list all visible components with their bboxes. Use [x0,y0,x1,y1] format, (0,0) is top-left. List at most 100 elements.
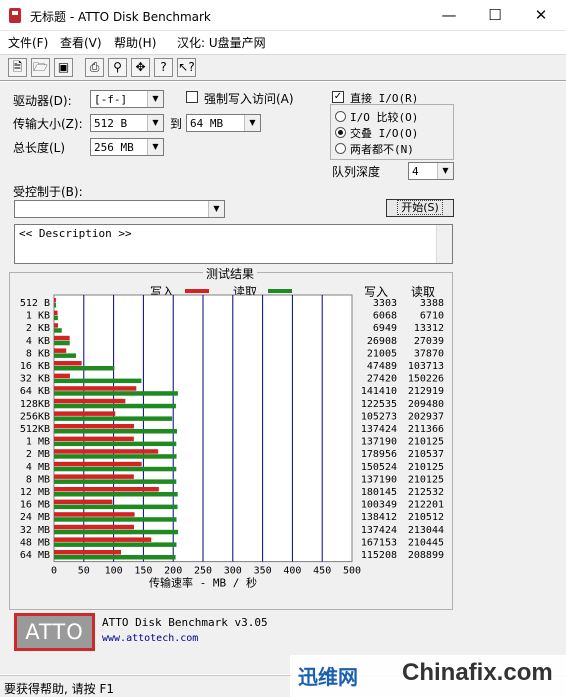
write-value: 100349 [361,500,397,511]
io-compare-label: I/O 比较(O) [350,111,419,124]
read-bar [54,303,56,308]
close-button[interactable]: ✕ [518,0,564,31]
x-tick-label: 100 [105,566,123,577]
total-length-value: 256 MB [94,141,134,154]
results-chart: 0 50 100 150 200 250 300 350 400 450 500 传输速率 - MB … [20,294,444,590]
description-scrollbar[interactable] [436,225,452,263]
write-value: 137190 [361,437,397,448]
read-bar [54,479,177,484]
atto-logo: ATTO [14,613,95,651]
print-preview-icon[interactable]: ⚲ [108,58,127,77]
io-compare-radio[interactable] [335,111,346,122]
write-value: 26908 [367,336,397,347]
vendor-link[interactable]: www.attotech.com [102,633,198,644]
queue-depth-select[interactable]: 4 ▼ [408,162,454,180]
read-value: 210445 [408,537,444,548]
write-bar [54,512,135,517]
context-help-icon[interactable]: ↖? [177,58,196,77]
transfer-size-label: 传输大小(Z): [13,117,83,131]
x-tick-label: 400 [283,566,301,577]
write-bar [54,323,59,328]
row-label: 32 MB [20,525,50,536]
menu-help[interactable]: 帮助(H) [114,34,156,51]
app-icon [9,8,21,23]
direct-io-checkbox[interactable]: ✓ [332,91,344,103]
read-bar [54,366,115,371]
write-value: 167153 [361,537,397,548]
write-bar [54,449,159,454]
chevron-down-icon: ▼ [208,201,224,217]
write-bar [54,524,134,530]
x-tick-label: 0 [51,566,57,577]
new-icon[interactable]: 🗎 [8,58,27,77]
chevron-down-icon: ▼ [147,139,163,155]
transfer-to-select[interactable]: 64 MB ▼ [186,114,261,132]
read-value: 210125 [408,474,444,485]
watermark-brand-cn: 迅维网 [298,665,358,689]
x-tick-label: 300 [224,566,242,577]
write-bar [54,398,126,404]
row-label: 64 MB [20,550,50,561]
read-bar [54,353,77,358]
save-icon[interactable]: ▣ [54,58,73,77]
results-title: 测试结果 [203,265,258,282]
help-icon[interactable]: ? [154,58,173,77]
write-bar [54,474,134,479]
write-bar [54,537,152,542]
write-bar [54,348,67,353]
read-value: 6710 [420,311,444,322]
transfer-from-select[interactable]: 512 B ▼ [90,114,164,132]
menu-view[interactable]: 查看(V) [60,34,102,51]
row-label: 2 KB [26,323,50,334]
read-value: 150226 [408,374,444,385]
write-value: 150524 [361,462,397,473]
maximize-button[interactable]: ☐ [472,0,518,31]
write-value: 6949 [373,323,397,334]
write-value: 115208 [361,550,397,561]
neither-label: 两者都不(N) [350,143,414,156]
menu-file[interactable]: 文件(F) [8,34,48,51]
controlled-by-label: 受控制于(B): [13,185,83,199]
read-bar [54,517,177,522]
row-label: 24 MB [20,512,50,523]
print-icon[interactable]: ⎙ [85,58,104,77]
write-value: 27420 [367,374,397,385]
read-bar [54,340,70,346]
x-tick-label: 50 [78,566,90,577]
overlapped-io-label: 交叠 I/O(O) [350,127,419,140]
read-bar [54,429,178,434]
row-label: 16 MB [20,500,50,511]
write-value: 3303 [373,298,397,309]
description-textarea[interactable]: << Description >> [14,224,453,264]
menu-localization[interactable]: 汉化: U盘量产网 [177,34,266,51]
description-text: << Description >> [19,227,132,240]
neither-radio[interactable] [335,143,346,154]
write-bar [54,386,137,391]
x-axis-label: 传输速率 - MB / 秒 [149,576,257,590]
read-value: 3388 [420,298,444,309]
write-value: 137424 [361,525,397,536]
write-value: 6068 [373,311,397,322]
total-length-label: 总长度(L) [13,141,66,155]
minimize-button[interactable]: — [426,0,472,31]
write-bar [54,411,116,416]
row-label: 512 B [20,298,50,309]
read-bar [54,403,176,409]
open-icon[interactable]: 🗁 [31,58,50,77]
read-value: 213044 [408,525,444,536]
results-group: 测试结果 写入 读取 写入 读取 0 50 100 150 200 250 300 350 40… [9,265,453,610]
read-bar [54,441,177,447]
drive-label: 驱动器(D): [13,94,72,108]
write-value: 122535 [361,399,397,410]
row-label: 1 MB [26,437,50,448]
atto-logo-text: ATTO [17,616,92,648]
move-icon[interactable]: ✥ [131,58,150,77]
controlled-by-select[interactable]: ▼ [14,200,225,218]
read-bar [54,466,177,472]
drive-select[interactable]: [-f-] ▼ [90,90,164,108]
force-write-checkbox[interactable] [186,91,198,103]
overlapped-io-radio[interactable] [335,127,346,138]
start-button[interactable]: 开始(S) [386,199,454,217]
write-bar [54,461,142,467]
total-length-select[interactable]: 256 MB ▼ [90,138,164,156]
